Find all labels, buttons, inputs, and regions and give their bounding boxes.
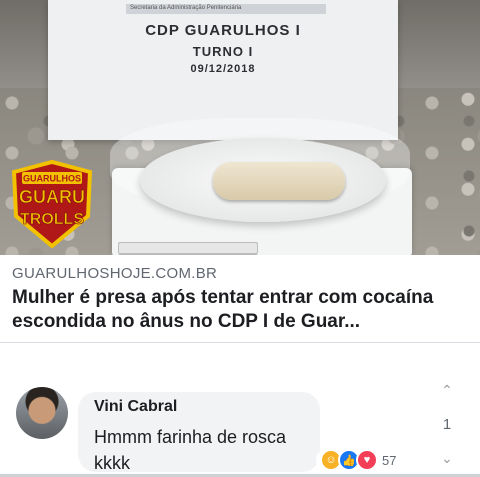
- chevron-down-icon[interactable]: ⌄: [436, 450, 458, 466]
- article-domain: GUARULHOSHOJE.COM.BR: [12, 265, 218, 282]
- sign-header-small: Secretaria da Administração Penitenciári…: [130, 5, 242, 11]
- wrapped-packet: [213, 162, 345, 200]
- reaction-count: 57: [382, 452, 397, 468]
- sign-header-band: Secretaria da Administração Penitenciári…: [126, 4, 326, 14]
- article-photo[interactable]: Secretaria da Administração Penitenciári…: [0, 0, 480, 255]
- love-icon: ♥: [356, 449, 378, 471]
- sign-line-2: TURNO I: [192, 44, 254, 59]
- comment-pager: ⌃ 1 ⌄: [428, 380, 468, 474]
- comment-author[interactable]: Vini Cabral: [94, 398, 177, 416]
- reaction-summary[interactable]: ☺ 👍 ♥ 57: [316, 448, 401, 472]
- avatar[interactable]: [16, 387, 68, 439]
- logo-text-top: GUARULHOS: [23, 174, 81, 184]
- chevron-up-icon[interactable]: ⌃: [436, 382, 458, 398]
- logo-text-mid: GUARU: [19, 187, 85, 207]
- guaru-trolls-logo: GUARULHOS GUARU TROLLS: [11, 159, 93, 248]
- sign-line-1: CDP GUARULHOS I: [145, 22, 301, 39]
- article-headline[interactable]: Mulher é presa após tentar entrar com co…: [12, 286, 476, 334]
- scale-buttons: [118, 242, 408, 255]
- comment-text: Hmmm farinha de rosca kkkk: [94, 427, 287, 473]
- page-number: 1: [442, 416, 452, 433]
- sign-line-3: 09/12/2018: [190, 63, 256, 75]
- logo-text-bottom: TROLLS: [20, 211, 84, 228]
